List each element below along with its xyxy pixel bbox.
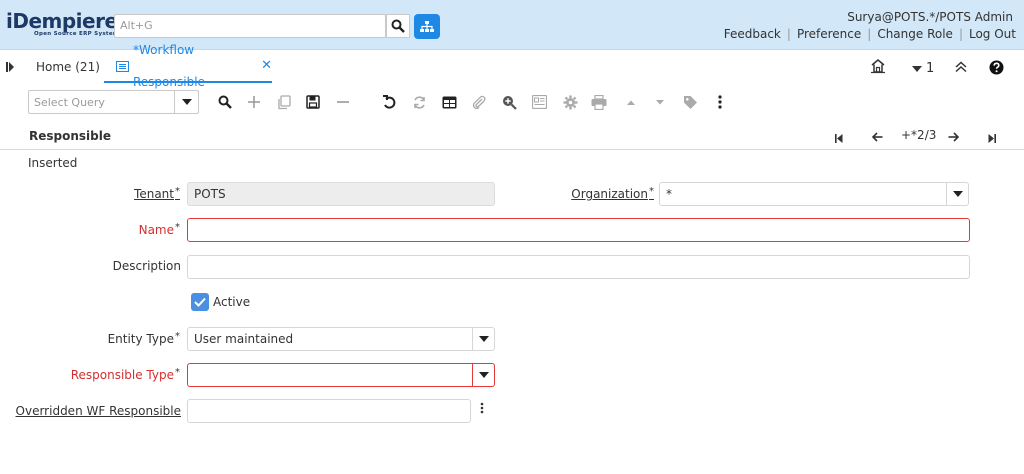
label-tag-icon[interactable] (681, 93, 699, 111)
grid-toggle-icon[interactable] (440, 93, 458, 111)
process-gear-icon[interactable] (561, 93, 579, 111)
caret-down-icon[interactable] (946, 183, 968, 205)
last-record-icon[interactable] (988, 132, 996, 146)
refresh-icon[interactable] (410, 93, 428, 111)
menu-tree-icon[interactable] (414, 14, 440, 39)
entity-type-label: Entity Type* (108, 331, 180, 346)
overridden-label-text: Overridden WF Responsible (15, 404, 181, 418)
organization-label-text: Organization (571, 187, 648, 201)
organization-value: * (666, 187, 672, 201)
copy-record-icon[interactable] (275, 93, 293, 111)
home-icon[interactable] (870, 58, 886, 77)
required-marker: * (175, 222, 180, 233)
previous-record-icon[interactable] (622, 93, 640, 111)
change-role-link[interactable]: Change Role (871, 27, 959, 41)
name-label: Name* (139, 222, 180, 237)
overridden-wf-responsible-input[interactable] (187, 399, 471, 423)
tab-home[interactable]: Home (21) (36, 51, 100, 83)
report-icon[interactable] (530, 93, 548, 111)
entity-type-label-text: Entity Type (107, 332, 174, 346)
section-title: Responsible (29, 129, 111, 143)
next-arrow-icon[interactable] (948, 131, 960, 145)
detail-section-header: Responsible +*2/3 (0, 122, 1024, 150)
required-marker: * (175, 331, 180, 342)
feedback-link[interactable]: Feedback (718, 27, 787, 41)
first-record-icon[interactable] (835, 132, 843, 146)
logout-link[interactable]: Log Out (963, 27, 1016, 41)
required-marker: * (175, 367, 180, 378)
attachment-icon[interactable] (470, 93, 488, 111)
tenant-field: POTS (187, 182, 495, 206)
idempiere-logo[interactable]: iDempiere Open Source ERP System (6, 11, 119, 39)
caret-down-icon (912, 65, 922, 72)
expand-west-panel-icon[interactable] (6, 61, 16, 75)
active-checkbox[interactable] (191, 293, 209, 311)
select-query-dropdown[interactable]: Select Query (28, 90, 199, 114)
field-options-icon[interactable] (480, 402, 484, 417)
record-status: Inserted (28, 156, 78, 170)
tab-label: *Workflow Responsible (133, 43, 205, 89)
required-marker: * (175, 186, 180, 197)
next-record-icon[interactable] (651, 93, 669, 111)
window-icon (116, 60, 129, 72)
undo-icon[interactable] (380, 93, 398, 111)
previous-arrow-icon[interactable] (871, 131, 883, 145)
description-input[interactable] (187, 255, 970, 279)
entity-type-select[interactable]: User maintained (187, 327, 495, 351)
preference-link[interactable]: Preference (791, 27, 867, 41)
organization-label[interactable]: Organization* (571, 186, 654, 201)
description-label: Description (113, 259, 181, 273)
entity-type-value: User maintained (194, 332, 294, 346)
user-info[interactable]: Surya@POTS.*/POTS Admin (847, 10, 1013, 24)
search-icon[interactable] (386, 14, 410, 38)
more-options-icon[interactable] (711, 93, 729, 111)
overridden-wf-responsible-label[interactable]: Overridden WF Responsible (16, 404, 181, 418)
tab-workflow-responsible[interactable]: *Workflow Responsible ✕ (104, 43, 272, 89)
save-icon[interactable] (304, 93, 322, 111)
header-links: Feedback | Preference | Change Role | Lo… (718, 27, 1016, 41)
delete-record-icon[interactable] (334, 93, 352, 111)
name-input[interactable] (187, 218, 970, 242)
description-label-text: Description (112, 259, 181, 273)
select-query-placeholder: Select Query (34, 96, 105, 109)
caret-down-icon[interactable] (174, 91, 198, 113)
zoom-across-icon[interactable] (500, 93, 518, 111)
tenant-label[interactable]: Tenant* (134, 186, 180, 201)
tenant-label-text: Tenant (134, 187, 174, 201)
caret-down-icon[interactable] (472, 328, 494, 350)
tenant-value: POTS (194, 187, 226, 201)
collapse-header-icon[interactable] (955, 61, 967, 76)
find-icon[interactable] (216, 93, 234, 111)
responsible-type-label-text: Responsible Type (70, 368, 174, 382)
checkmark-icon (194, 297, 206, 307)
organization-select[interactable]: * (659, 182, 969, 206)
record-position: +*2/3 (901, 128, 937, 142)
required-marker: * (649, 186, 654, 197)
open-tabs-count: 1 (926, 61, 935, 76)
global-search-placeholder: Alt+G (120, 19, 153, 32)
name-label-text: Name (138, 223, 174, 237)
responsible-type-label: Responsible Type* (71, 367, 180, 382)
active-label[interactable]: Active (213, 295, 250, 309)
responsible-type-select[interactable] (187, 363, 495, 387)
print-icon[interactable] (590, 93, 608, 111)
help-icon[interactable] (989, 60, 1004, 78)
new-record-icon[interactable] (245, 93, 263, 111)
tab-list-dropdown[interactable]: 1 (912, 61, 934, 76)
close-tab-icon[interactable]: ✕ (261, 50, 272, 82)
caret-down-icon[interactable] (472, 364, 494, 386)
